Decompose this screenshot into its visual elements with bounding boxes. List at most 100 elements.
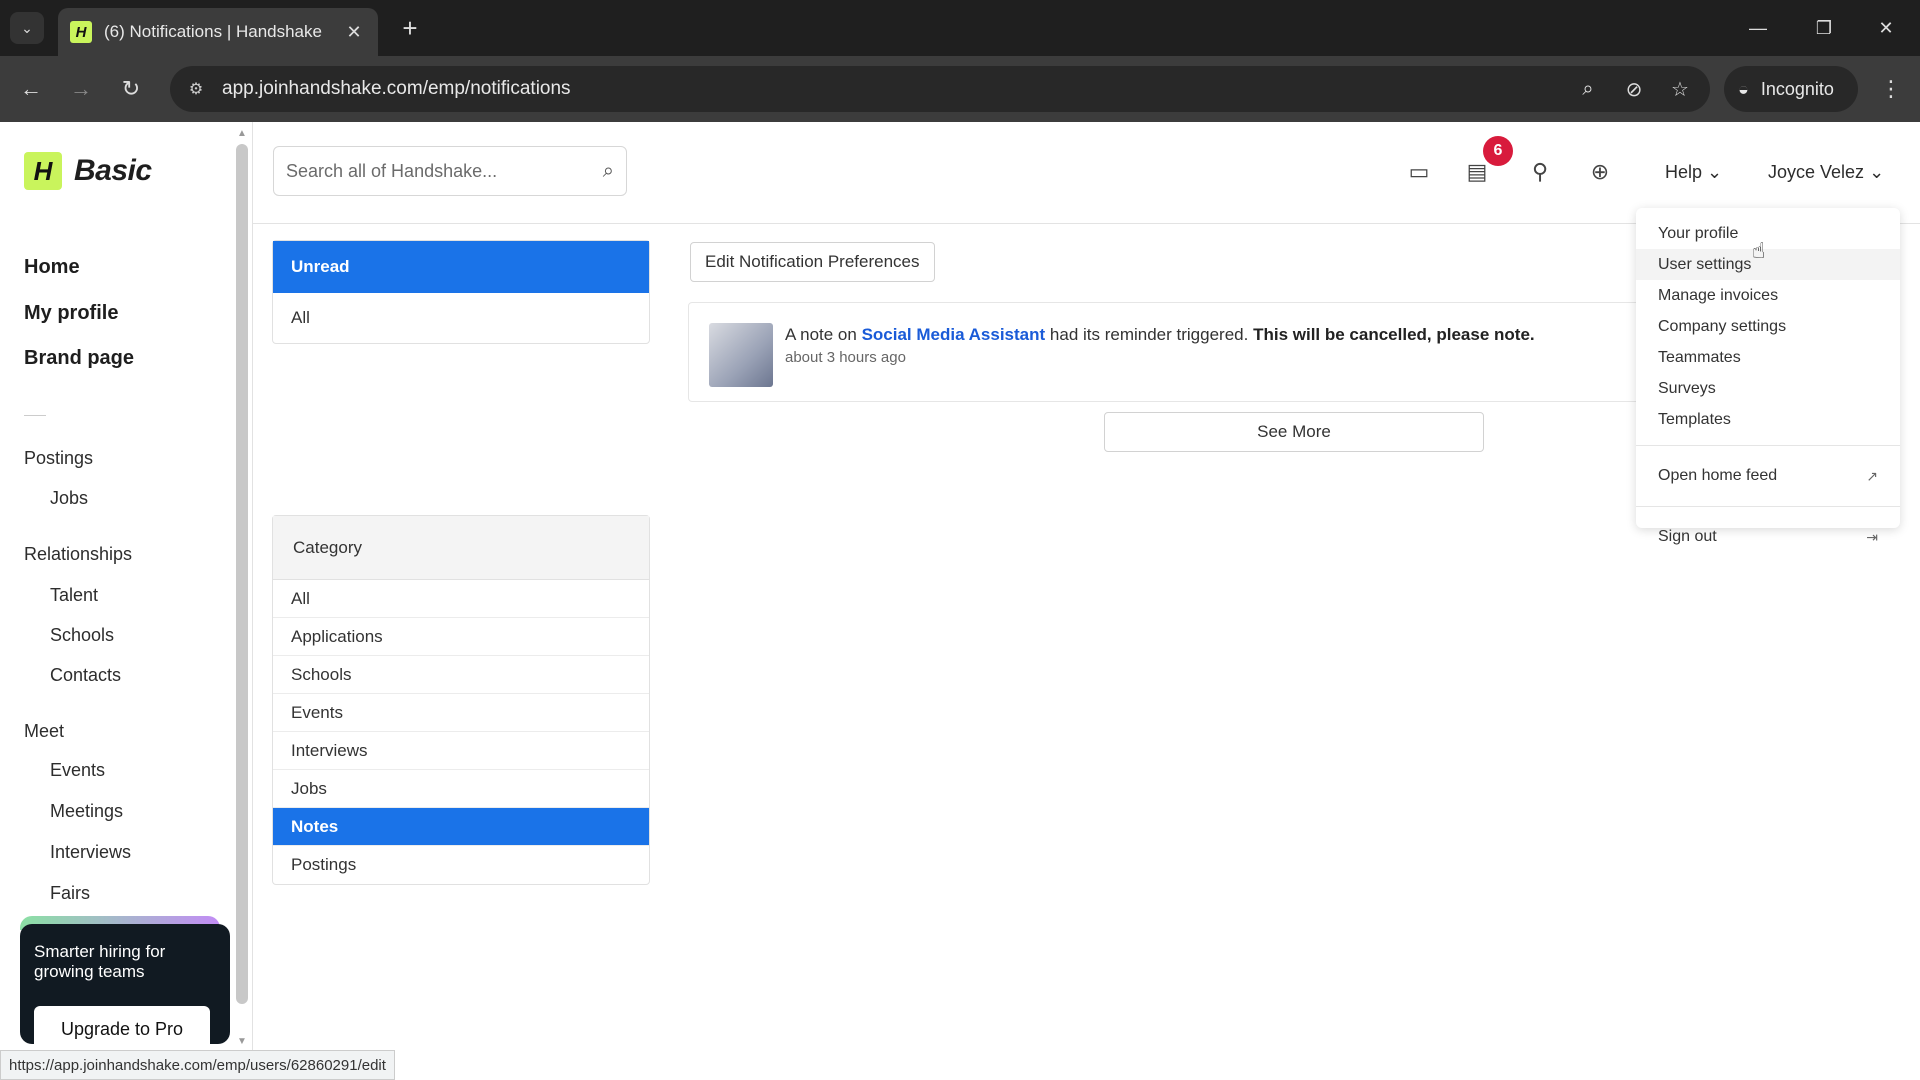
- sign-out-icon: ⇥: [1866, 528, 1878, 545]
- category-notes[interactable]: Notes: [273, 808, 649, 846]
- notification-prefix: A note on: [785, 325, 862, 344]
- sidebar-item-my-profile[interactable]: My profile: [24, 302, 118, 325]
- read-state-filter: Unread All: [272, 240, 650, 344]
- sidebar-scrollbar-thumb[interactable]: [236, 144, 248, 1004]
- new-tab-icon[interactable]: +: [394, 12, 426, 44]
- incognito-indicator[interactable]: ◒ Incognito: [1724, 66, 1858, 112]
- category-events[interactable]: Events: [273, 694, 649, 732]
- back-icon[interactable]: ←: [14, 72, 48, 106]
- search-box[interactable]: ⌕: [273, 146, 627, 196]
- chevron-down-icon: ⌄: [1869, 162, 1885, 182]
- menu-item-your-profile[interactable]: Your profile: [1636, 218, 1900, 249]
- menu-item-templates[interactable]: Templates: [1636, 404, 1900, 435]
- sidebar-section-relationships[interactable]: Relationships: [24, 544, 132, 565]
- tab-search-icon[interactable]: ⌄: [10, 12, 44, 44]
- notification-count-badge: 6: [1483, 136, 1513, 166]
- note-thumbnail: [709, 323, 773, 387]
- filter-unread[interactable]: Unread: [273, 241, 649, 293]
- sidebar-item-talent[interactable]: Talent: [50, 585, 98, 606]
- incognito-label: Incognito: [1760, 78, 1834, 99]
- chevron-down-icon: ⌄: [1707, 162, 1723, 182]
- handshake-favicon-icon: H: [70, 21, 92, 43]
- bookmark-star-icon[interactable]: ☆: [1664, 73, 1696, 105]
- url-text[interactable]: app.joinhandshake.com/emp/notifications: [222, 78, 1572, 100]
- reload-icon[interactable]: ↻: [114, 72, 148, 106]
- sidebar-item-events[interactable]: Events: [50, 760, 105, 781]
- status-bar-url: https://app.joinhandshake.com/emp/users/…: [0, 1050, 395, 1080]
- sidebar-item-interviews[interactable]: Interviews: [50, 842, 131, 863]
- browser-tabstrip: ⌄ H (6) Notifications | Handshake ✕ + — …: [0, 0, 1920, 56]
- sidebar-section-postings[interactable]: Postings: [24, 448, 93, 469]
- notification-timestamp: about 3 hours ago: [785, 349, 906, 366]
- filter-all[interactable]: All: [273, 293, 649, 343]
- open-home-feed-label: Open home feed: [1658, 467, 1778, 484]
- notification-emphasis: This will be cancelled, please note.: [1253, 325, 1535, 344]
- external-link-icon: ↗: [1866, 467, 1878, 484]
- help-label: Help: [1665, 162, 1703, 182]
- app-root: H Basic Home My profile Brand page Posti…: [0, 122, 1920, 1080]
- sidebar-item-meetings[interactable]: Meetings: [50, 801, 123, 822]
- browser-tab-active[interactable]: H (6) Notifications | Handshake ✕: [58, 8, 378, 56]
- menu-divider: [1636, 506, 1900, 507]
- minimize-icon[interactable]: —: [1738, 10, 1778, 46]
- incognito-icon: ◒: [1738, 78, 1749, 99]
- close-window-icon[interactable]: ✕: [1866, 10, 1906, 46]
- address-bar[interactable]: ⚙ app.joinhandshake.com/emp/notification…: [170, 66, 1710, 112]
- user-menu-button[interactable]: Joyce Velez ⌄: [1768, 162, 1884, 183]
- sidebar-item-contacts[interactable]: Contacts: [50, 665, 121, 686]
- notification-card[interactable]: A note on Social Media Assistant had its…: [688, 302, 1648, 402]
- plan-label: Basic: [74, 154, 152, 187]
- category-filter: Category All Applications Schools Events…: [272, 515, 650, 885]
- hand-pointer-icon: ☝: [1752, 238, 1766, 263]
- sidebar-divider: [24, 415, 46, 416]
- browser-menu-icon[interactable]: ⋮: [1874, 72, 1908, 106]
- category-schools[interactable]: Schools: [273, 656, 649, 694]
- category-postings[interactable]: Postings: [273, 846, 649, 884]
- upgrade-to-pro-button[interactable]: Upgrade to Pro: [34, 1006, 210, 1052]
- sidebar-item-fairs[interactable]: Fairs: [50, 883, 90, 904]
- calendar-icon[interactable]: ▭: [1403, 156, 1435, 188]
- sidebar-item-schools[interactable]: Schools: [50, 625, 114, 646]
- restore-icon[interactable]: ❐: [1804, 10, 1844, 46]
- sidebar-item-home[interactable]: Home: [24, 256, 80, 279]
- logo[interactable]: H Basic: [24, 152, 152, 190]
- notification-job-link[interactable]: Social Media Assistant: [862, 325, 1046, 344]
- scroll-down-icon[interactable]: ▼: [236, 1036, 248, 1048]
- close-tab-icon[interactable]: ✕: [342, 20, 366, 44]
- sidebar-item-jobs[interactable]: Jobs: [50, 488, 88, 509]
- menu-item-sign-out[interactable]: Sign out ⇥: [1636, 517, 1900, 557]
- menu-item-open-home-feed[interactable]: Open home feed ↗: [1636, 456, 1900, 496]
- category-interviews[interactable]: Interviews: [273, 732, 649, 770]
- sidebar-border: [252, 122, 253, 1080]
- sidebar-item-brand-page[interactable]: Brand page: [24, 347, 134, 370]
- scroll-up-icon[interactable]: ▲: [236, 128, 248, 140]
- menu-item-user-settings[interactable]: User settings: [1636, 249, 1900, 280]
- promo-text: Smarter hiring for growing teams: [34, 942, 166, 981]
- see-more-button[interactable]: See More: [1104, 412, 1484, 452]
- tracking-blocked-icon[interactable]: ⊘: [1618, 73, 1650, 105]
- browser-toolbar: ← → ↻ ⚙ app.joinhandshake.com/emp/notifi…: [0, 56, 1920, 122]
- upgrade-promo-card: Smarter hiring for growing teams Upgrade…: [20, 924, 230, 1052]
- sidebar: H Basic Home My profile Brand page Posti…: [0, 122, 232, 1080]
- person-icon[interactable]: ⚲: [1524, 156, 1556, 188]
- tab-title: (6) Notifications | Handshake: [104, 22, 322, 41]
- menu-item-company-settings[interactable]: Company settings: [1636, 311, 1900, 342]
- category-applications[interactable]: Applications: [273, 618, 649, 656]
- menu-item-manage-invoices[interactable]: Manage invoices: [1636, 280, 1900, 311]
- help-menu-button[interactable]: Help ⌄: [1665, 162, 1722, 183]
- globe-icon[interactable]: ⊕: [1584, 156, 1616, 188]
- search-icon[interactable]: ⌕: [603, 160, 614, 183]
- menu-item-surveys[interactable]: Surveys: [1636, 373, 1900, 404]
- sidebar-section-meet[interactable]: Meet: [24, 721, 64, 742]
- site-info-icon[interactable]: ⚙: [176, 69, 216, 109]
- forward-icon[interactable]: →: [64, 72, 98, 106]
- sign-out-label: Sign out: [1658, 528, 1717, 545]
- category-jobs[interactable]: Jobs: [273, 770, 649, 808]
- zoom-icon[interactable]: ⌕: [1572, 73, 1604, 105]
- search-input[interactable]: [286, 160, 603, 182]
- category-all[interactable]: All: [273, 580, 649, 618]
- menu-item-teammates[interactable]: Teammates: [1636, 342, 1900, 373]
- edit-notification-preferences-button[interactable]: Edit Notification Preferences: [690, 242, 935, 282]
- user-name: Joyce Velez: [1768, 162, 1865, 182]
- category-header: Category: [273, 516, 649, 580]
